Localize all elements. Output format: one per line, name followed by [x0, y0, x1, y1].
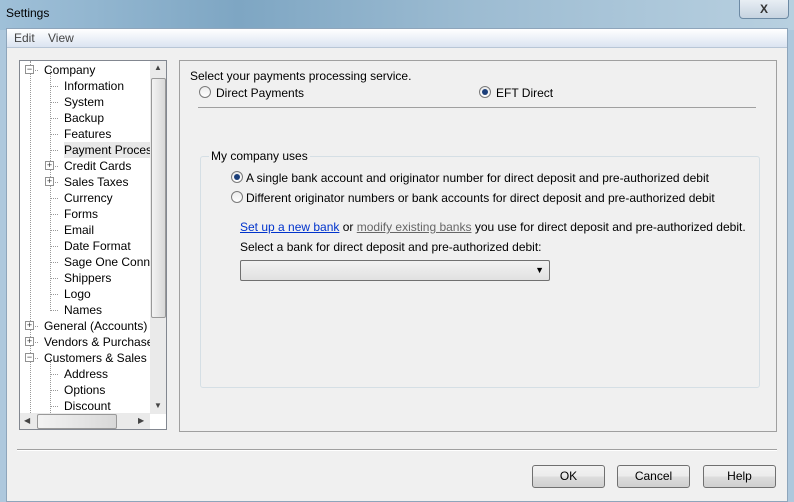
- settings-tree[interactable]: Discount Options Address Customers & Sales V…: [19, 60, 167, 430]
- eft-direct-label[interactable]: EFT Direct: [496, 86, 553, 100]
- radio-direct-payments[interactable]: [199, 86, 211, 98]
- tree-item[interactable]: Date Format: [64, 238, 131, 254]
- tree-item[interactable]: Options: [64, 382, 105, 398]
- tree-item[interactable]: Currency: [64, 190, 113, 206]
- tree-connector: [50, 86, 58, 87]
- service-prompt: Select your payments processing service.: [190, 69, 412, 83]
- payment-processing-panel: Select your payments processing service.…: [179, 60, 777, 432]
- radio-eft-direct[interactable]: [479, 86, 491, 98]
- tree-item[interactable]: Sales Taxes: [64, 174, 128, 190]
- tree-item[interactable]: Company: [44, 62, 95, 78]
- tree-item[interactable]: General (Accounts): [44, 318, 147, 334]
- tree-item[interactable]: Vendors & Purchases: [44, 334, 159, 350]
- tree-item[interactable]: Logo: [64, 286, 91, 302]
- bank-links-text: Set up a new bank or modify existing ban…: [240, 220, 746, 234]
- tree-line: [50, 69, 51, 309]
- cancel-button[interactable]: Cancel: [617, 465, 690, 488]
- select-bank-label: Select a bank for direct deposit and pre…: [240, 240, 542, 254]
- tree-item[interactable]: Credit Cards: [64, 158, 131, 174]
- title-bar: Settings X: [0, 0, 794, 30]
- ok-button[interactable]: OK: [532, 465, 605, 488]
- tree-connector: [50, 406, 58, 407]
- menu-edit[interactable]: Edit: [14, 31, 35, 45]
- scroll-left-icon[interactable]: ◀: [24, 416, 30, 425]
- tree-item[interactable]: Features: [64, 126, 111, 142]
- tree-item[interactable]: Email: [64, 222, 94, 238]
- chevron-down-icon: ▼: [535, 265, 544, 275]
- radio-single-bank[interactable]: [231, 171, 243, 183]
- menu-view[interactable]: View: [48, 31, 74, 45]
- tree-line: [30, 61, 31, 421]
- expand-icon[interactable]: +: [45, 177, 54, 186]
- tree-connector: [50, 198, 58, 199]
- tree-connector: [50, 374, 58, 375]
- scroll-down-icon[interactable]: ▼: [154, 401, 162, 410]
- expand-icon[interactable]: +: [25, 337, 34, 346]
- tree-item[interactable]: System: [64, 94, 104, 110]
- collapse-icon[interactable]: −: [25, 65, 34, 74]
- different-banks-label[interactable]: Different originator numbers or bank acc…: [246, 191, 715, 205]
- tree-connector: [50, 118, 58, 119]
- setup-new-bank-link[interactable]: Set up a new bank: [240, 220, 339, 234]
- group-title: My company uses: [209, 149, 310, 163]
- tree-connector: [50, 230, 58, 231]
- radio-different-banks[interactable]: [231, 191, 243, 203]
- tree-connector: [50, 278, 58, 279]
- scroll-right-icon[interactable]: ▶: [138, 416, 144, 425]
- bank-groupbox: My company uses A single bank account an…: [200, 149, 760, 388]
- modify-banks-link[interactable]: modify existing banks: [357, 220, 472, 234]
- close-button[interactable]: X: [739, 0, 789, 19]
- tree-connector: [50, 310, 58, 311]
- tree-connector: [50, 262, 58, 263]
- tree-line: [50, 357, 51, 421]
- window-title: Settings: [6, 6, 50, 20]
- tree-connector: [50, 102, 58, 103]
- tree-item[interactable]: Shippers: [64, 270, 111, 286]
- hscroll-thumb[interactable]: [37, 414, 117, 429]
- tree-connector: [50, 390, 58, 391]
- collapse-icon[interactable]: −: [25, 353, 34, 362]
- link-or-text: or: [339, 220, 357, 234]
- scroll-up-icon[interactable]: ▲: [154, 63, 162, 72]
- tree-horizontal-scrollbar[interactable]: ◀ ▶: [20, 413, 150, 429]
- footer-divider: [17, 449, 777, 451]
- tree-item[interactable]: Names: [64, 302, 102, 318]
- tree-item[interactable]: Forms: [64, 206, 98, 222]
- single-bank-label[interactable]: A single bank account and originator num…: [246, 171, 709, 185]
- tree-connector: [50, 214, 58, 215]
- help-button[interactable]: Help: [703, 465, 776, 488]
- tree-vertical-scrollbar[interactable]: ▲ ▼: [150, 61, 166, 414]
- direct-payments-label[interactable]: Direct Payments: [216, 86, 304, 100]
- menu-bar: Edit View: [7, 29, 787, 48]
- divider: [198, 107, 756, 108]
- settings-window: Edit View Discount Options Address Customer…: [6, 28, 788, 502]
- scroll-thumb[interactable]: [151, 78, 166, 318]
- tree-item[interactable]: Backup: [64, 110, 104, 126]
- expand-icon[interactable]: +: [25, 321, 34, 330]
- tree-connector: [50, 246, 58, 247]
- tree-item[interactable]: Customers & Sales: [44, 350, 147, 366]
- link-suffix-text: you use for direct deposit and pre-autho…: [471, 220, 746, 234]
- tree-connector: [50, 134, 58, 135]
- tree-connector: [50, 150, 58, 151]
- expand-icon[interactable]: +: [45, 161, 54, 170]
- bank-select[interactable]: ▼: [240, 260, 550, 281]
- tree-item[interactable]: Address: [64, 366, 108, 382]
- tree-connector: [50, 294, 58, 295]
- tree-item[interactable]: Discount: [64, 398, 111, 414]
- tree-item[interactable]: Information: [64, 78, 124, 94]
